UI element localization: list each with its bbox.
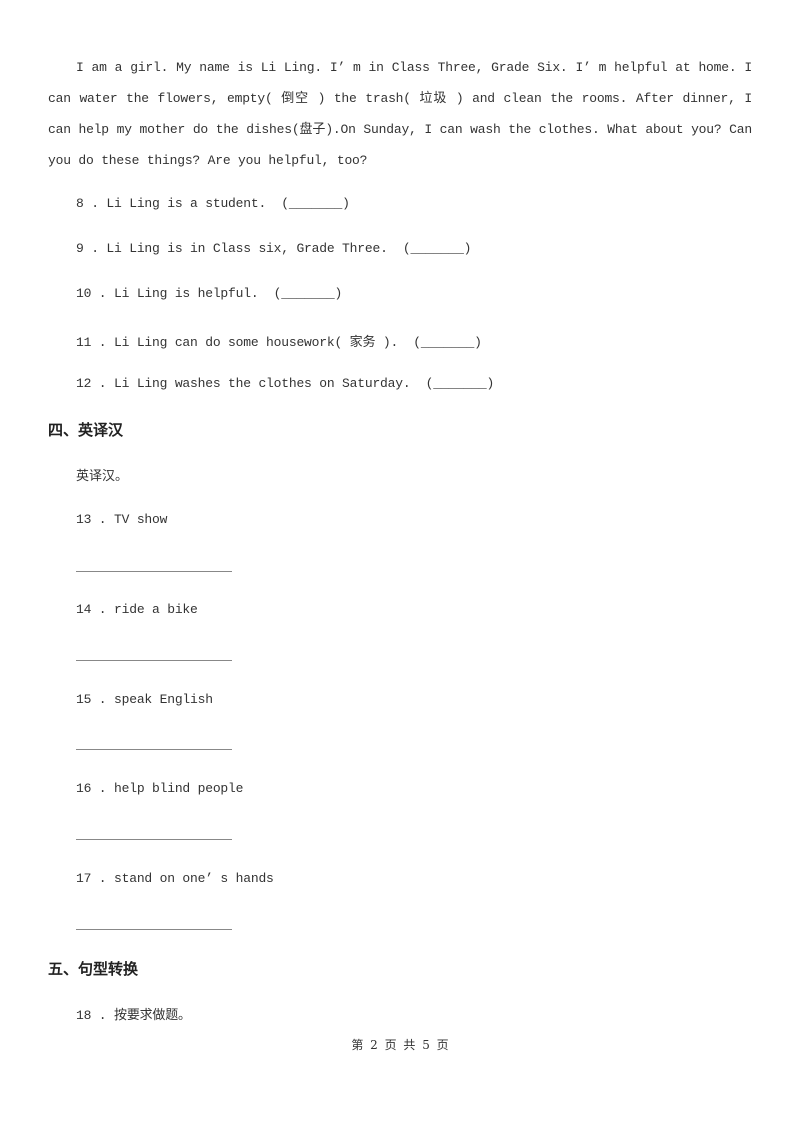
question-10: 10 . Li Ling is helpful. (_______) [76, 286, 343, 301]
question-17: 17 . stand on one’ s hands [76, 871, 274, 886]
answer-blank[interactable]: (_______) [274, 286, 343, 301]
question-12: 12 . Li Ling washes the clothes on Satur… [76, 376, 495, 391]
section-heading-4: 四、英译汉 [48, 421, 124, 439]
question-16: 16 . help blind people [76, 781, 244, 796]
answer-line[interactable] [76, 839, 232, 840]
answer-line[interactable] [76, 749, 232, 750]
page-footer: 第 2 页 共 5 页 [351, 1038, 449, 1052]
question-8: 8 . Li Ling is a student. (_______) [76, 196, 350, 211]
question-9: 9 . Li Ling is in Class six, Grade Three… [76, 241, 472, 256]
question-14: 14 . ride a bike [76, 602, 198, 617]
answer-line[interactable] [76, 571, 232, 572]
question-18: 18 . 按要求做题。 [76, 1008, 191, 1023]
answer-blank[interactable]: (_______) [426, 376, 495, 391]
answer-blank[interactable]: (_______) [281, 196, 350, 211]
answer-line[interactable] [76, 929, 232, 930]
answer-blank[interactable]: (_______) [413, 335, 482, 350]
question-13: 13 . TV show [76, 512, 168, 527]
section-heading-5: 五、句型转换 [48, 960, 139, 978]
section-instruction: 英译汉。 [76, 469, 129, 484]
answer-blank[interactable]: (_______) [403, 241, 472, 256]
question-11: 11 . Li Ling can do some housework( 家务 )… [76, 335, 482, 350]
answer-line[interactable] [76, 660, 232, 661]
reading-passage: I am a girl. My name is Li Ling. I’ m in… [48, 52, 752, 176]
passage-text: I am a girl. My name is Li Ling. I’ m in… [48, 60, 752, 168]
question-15: 15 . speak English [76, 692, 213, 707]
